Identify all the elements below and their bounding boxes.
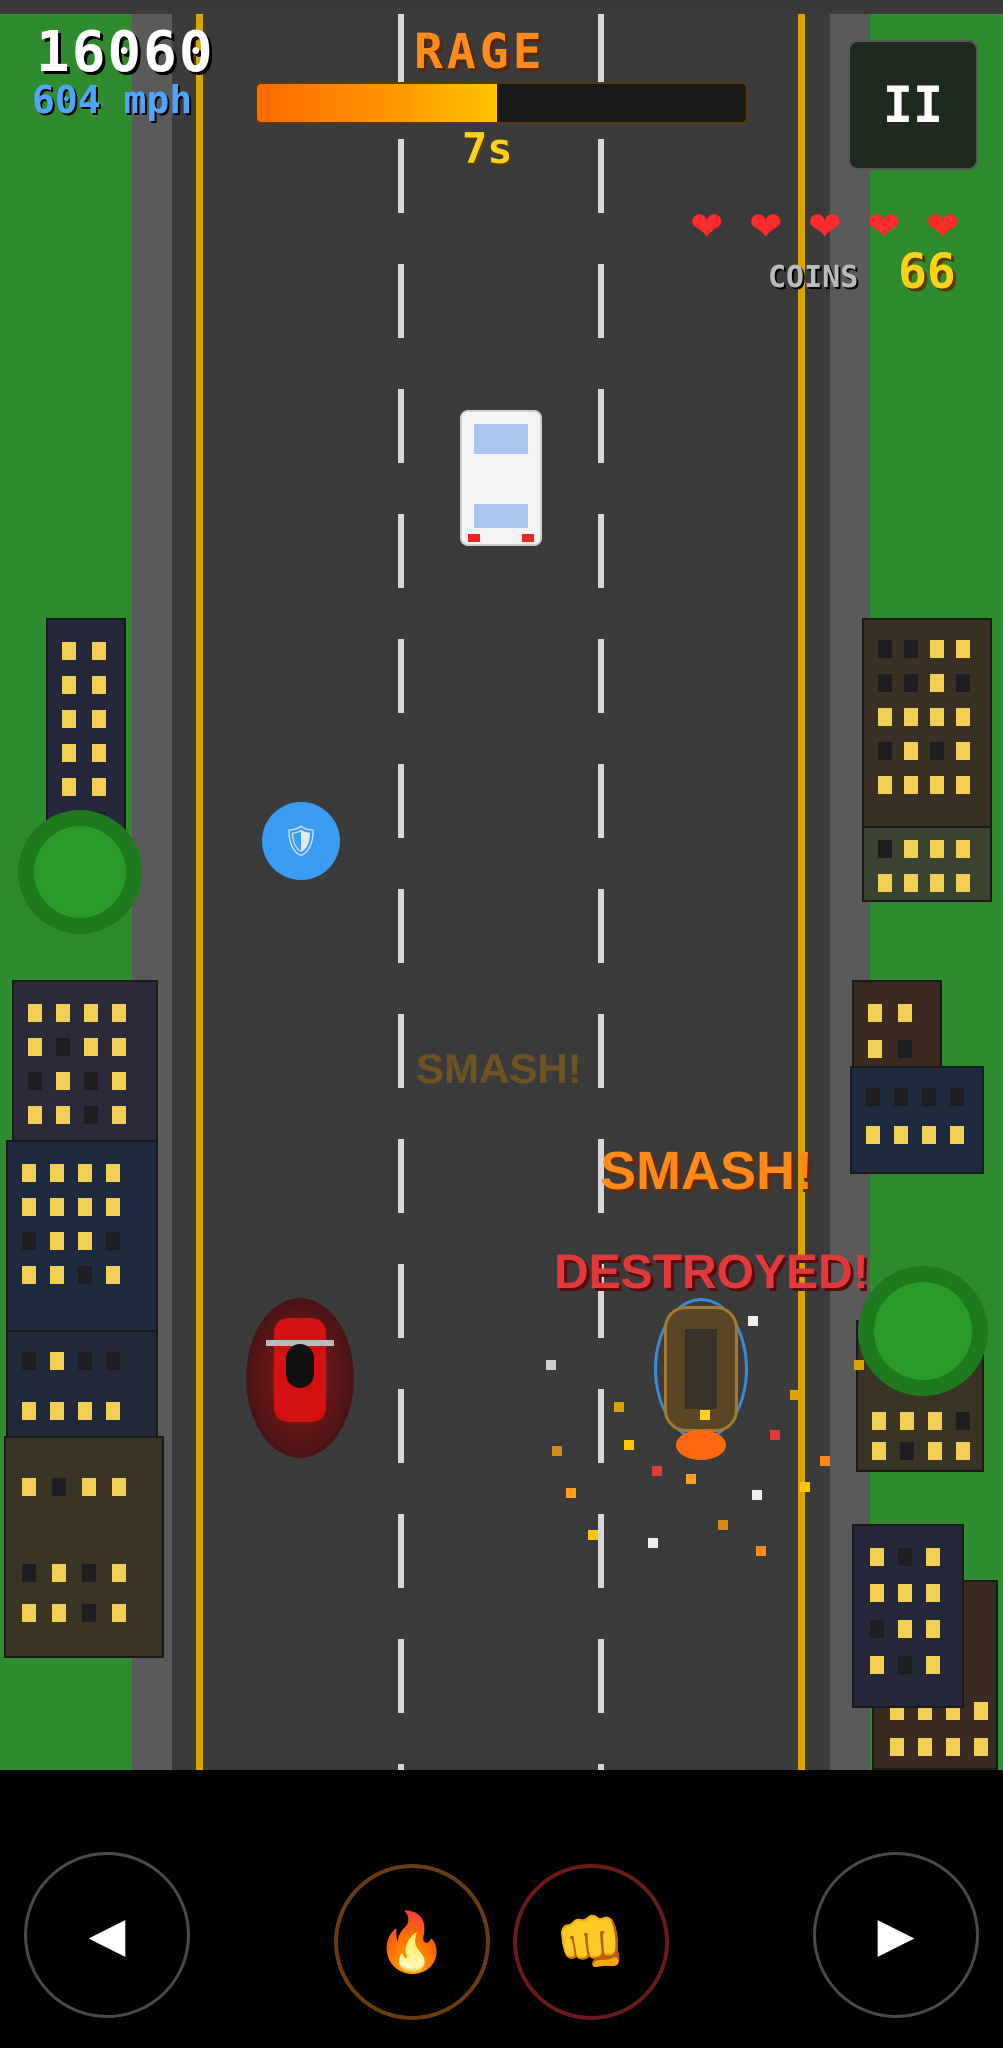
- lane-dash: [398, 1014, 404, 1088]
- debris-particle: [588, 1530, 598, 1540]
- steer-right-button[interactable]: ▶: [813, 1852, 979, 2018]
- shield-icon: 🛡: [281, 823, 321, 859]
- debris-particle: [546, 1360, 556, 1370]
- speed-readout: 604 mph: [32, 78, 193, 122]
- lane-dash: [398, 389, 404, 463]
- debris-particle: [790, 1390, 800, 1400]
- arrow-right-icon: ▶: [877, 1907, 915, 1963]
- coins-value: 66: [898, 244, 956, 300]
- pause-button[interactable]: II: [848, 40, 978, 170]
- lane-dash: [398, 1514, 404, 1588]
- lane-dash: [598, 1389, 604, 1463]
- debris-particle: [552, 1446, 562, 1456]
- lane-dash: [398, 1639, 404, 1713]
- debris-particle: [686, 1474, 696, 1484]
- arrow-left-icon: ◀: [88, 1907, 126, 1963]
- lane-dash: [398, 764, 404, 838]
- debris-particle: [752, 1490, 762, 1500]
- lane-dash: [398, 1264, 404, 1338]
- lane-dash: [598, 139, 604, 213]
- lane-dash: [598, 1014, 604, 1088]
- tree-right-1: [858, 1266, 988, 1396]
- debris-particle: [718, 1520, 728, 1530]
- lane-dash: [598, 389, 604, 463]
- lane-dash: [398, 139, 404, 213]
- destroyed-popup: DESTROYED!: [554, 1246, 869, 1299]
- lane-dash: [398, 264, 404, 338]
- lane-dash: [598, 264, 604, 338]
- debris-particle: [756, 1546, 766, 1556]
- rage-meter-fill: [257, 84, 497, 122]
- heart-icon: ❤: [808, 204, 842, 250]
- game-scene: 🛡 SMASH! SMASH! DESTROYED! 16060 604 mph…: [0, 0, 1003, 1770]
- lane-dash: [598, 514, 604, 588]
- enemy-motorcycle: [266, 1318, 334, 1422]
- lane-dash: [598, 14, 604, 88]
- rage-timer: 7s: [462, 124, 513, 173]
- debris-particle: [648, 1538, 658, 1548]
- steer-left-button[interactable]: ◀: [24, 1852, 190, 2018]
- heart-icon: ❤: [867, 204, 901, 250]
- heart-icon: ❤: [749, 204, 783, 250]
- lane-dash: [398, 14, 404, 88]
- building-right-4: [850, 1066, 984, 1174]
- building-right-1: [862, 618, 992, 828]
- debris-particle: [566, 1488, 576, 1498]
- fire-icon: 🔥: [375, 1907, 449, 1976]
- coins-label: COINS: [768, 260, 859, 295]
- debris-particle: [614, 1402, 624, 1412]
- heart-icon: ❤: [690, 204, 724, 250]
- lane-dash: [598, 1639, 604, 1713]
- lane-dash: [598, 639, 604, 713]
- road-edge-line-left: [196, 14, 203, 1770]
- building-right-2: [862, 826, 992, 902]
- fire-button[interactable]: 🔥: [334, 1864, 490, 2020]
- building-left-5: [4, 1436, 164, 1658]
- debris-particle: [748, 1316, 758, 1326]
- lane-dash: [398, 639, 404, 713]
- lane-dash: [598, 1514, 604, 1588]
- player-exhaust-flame: [676, 1430, 726, 1460]
- smash-popup-faded: SMASH!: [416, 1045, 582, 1092]
- fist-icon: 👊: [554, 1907, 628, 1976]
- debris-particle: [624, 1440, 634, 1450]
- traffic-car-white: [460, 410, 542, 546]
- debris-particle: [800, 1482, 810, 1492]
- debris-particle: [652, 1466, 662, 1476]
- building-left-2: [12, 980, 158, 1156]
- lane-dash: [598, 764, 604, 838]
- lane-dash: [598, 889, 604, 963]
- tree-left-1: [18, 810, 142, 934]
- building-left-3: [6, 1140, 158, 1340]
- lane-dash: [398, 1139, 404, 1213]
- score-counter: 16060: [36, 20, 215, 85]
- lane-dash: [398, 889, 404, 963]
- top-strip: [0, 0, 1003, 14]
- building-right-7: [852, 1524, 964, 1708]
- debris-particle: [820, 1456, 830, 1466]
- debris-particle: [770, 1430, 780, 1440]
- road: [172, 14, 830, 1770]
- building-left-4: [6, 1330, 158, 1450]
- rage-label: RAGE: [414, 24, 546, 80]
- punch-button[interactable]: 👊: [513, 1864, 669, 2020]
- rage-meter: [255, 82, 748, 124]
- smash-popup: SMASH!: [600, 1141, 813, 1201]
- debris-particle: [700, 1410, 710, 1420]
- lane-dash: [398, 1389, 404, 1463]
- shield-powerup: 🛡: [262, 802, 340, 880]
- debris-particle: [854, 1360, 864, 1370]
- lane-dash: [398, 514, 404, 588]
